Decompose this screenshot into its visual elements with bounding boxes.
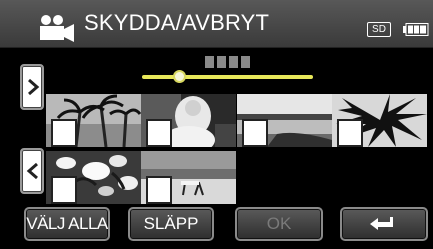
screen-title: SKYDDA/AVBRYT bbox=[84, 10, 270, 35]
next-page-button[interactable] bbox=[20, 64, 44, 110]
thumbnail-item[interactable] bbox=[46, 151, 141, 204]
title-bar: SKYDDA/AVBRYT SD bbox=[0, 0, 433, 48]
battery-full-icon bbox=[403, 23, 429, 36]
select-checkbox[interactable] bbox=[242, 119, 268, 147]
select-checkbox[interactable] bbox=[146, 176, 172, 204]
thumbnail-item[interactable] bbox=[141, 151, 236, 204]
page-slider[interactable] bbox=[142, 75, 313, 79]
thumbnail-item[interactable] bbox=[141, 94, 236, 147]
select-checkbox[interactable] bbox=[51, 119, 77, 147]
thumbnail-item[interactable] bbox=[237, 94, 332, 147]
ok-button[interactable]: OK bbox=[235, 207, 323, 241]
release-button[interactable]: SLÄPP bbox=[128, 207, 214, 241]
page-dots-icon bbox=[205, 56, 250, 68]
select-all-button[interactable]: VÄLJ ALLA bbox=[24, 207, 110, 241]
chevron-left-icon bbox=[26, 162, 38, 180]
sd-card-indicator: SD bbox=[367, 22, 391, 37]
back-button[interactable] bbox=[340, 207, 428, 241]
thumbnail-item[interactable] bbox=[46, 94, 141, 147]
chevron-right-icon bbox=[28, 78, 40, 96]
select-checkbox[interactable] bbox=[146, 119, 172, 147]
select-checkbox[interactable] bbox=[337, 119, 363, 147]
select-checkbox[interactable] bbox=[51, 176, 77, 204]
video-camera-icon bbox=[40, 15, 74, 42]
return-arrow-icon bbox=[370, 217, 393, 230]
thumbnail-item[interactable] bbox=[332, 94, 427, 147]
previous-page-button[interactable] bbox=[20, 148, 44, 194]
